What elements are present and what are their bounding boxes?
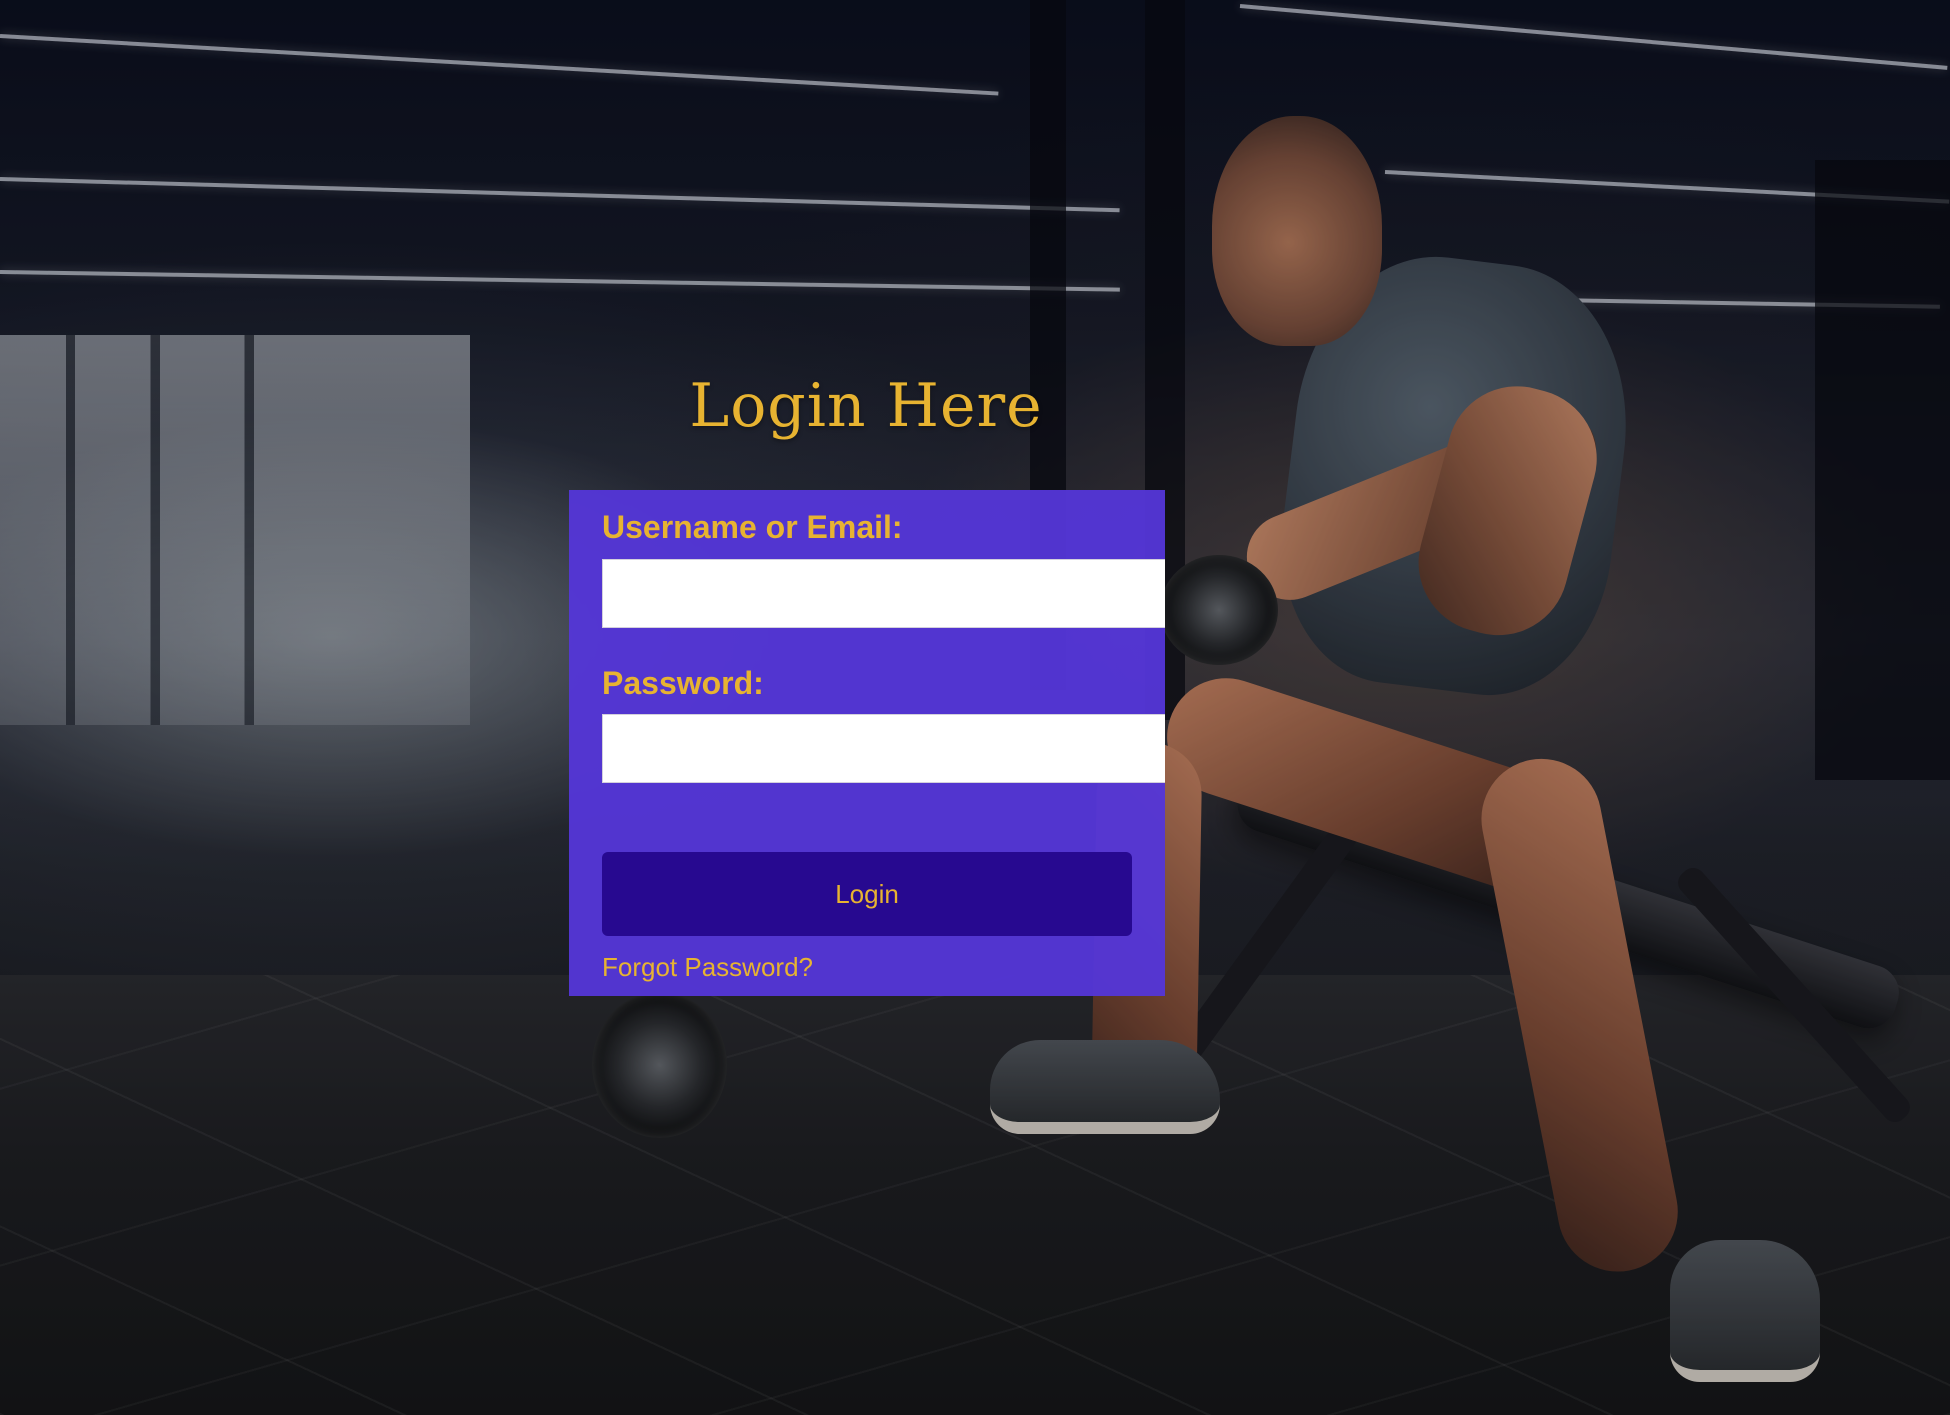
username-input[interactable] [602,559,1165,628]
password-input[interactable] [602,714,1165,783]
login-form: Username or Email: Password: Login Forgo… [569,490,1165,996]
username-label: Username or Email: [602,509,903,545]
login-button[interactable]: Login [602,852,1132,936]
login-page: Login Here Username or Email: Password: … [0,0,1950,1415]
forgot-password-link[interactable]: Forgot Password? [602,954,813,980]
password-label: Password: [602,665,764,701]
login-title: Login Here [689,371,1043,441]
